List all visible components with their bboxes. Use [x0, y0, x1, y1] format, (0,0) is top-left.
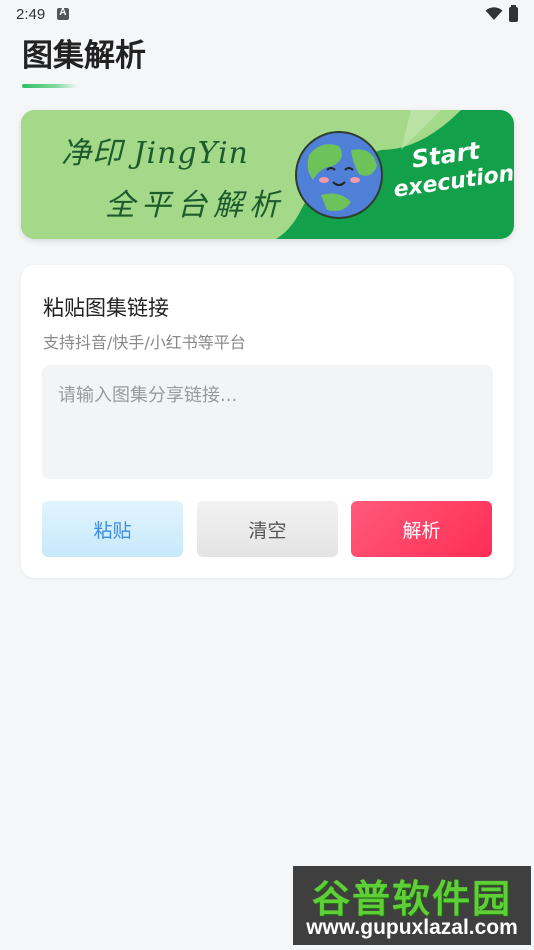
banner-line1: 净印 JingYin [61, 136, 249, 171]
watermark-logo: 谷普软件园 www.gupuxlazal.com [293, 866, 531, 945]
card-title: 粘贴图集链接 [43, 296, 169, 320]
status-right [485, 4, 518, 22]
battery-icon [509, 4, 518, 22]
earth-icon [295, 131, 383, 219]
parse-card: 粘贴图集链接 支持抖音/快手/小红书等平台 粘贴 清空 解析 [21, 265, 514, 578]
link-input[interactable] [42, 365, 493, 479]
clear-button[interactable]: 清空 [197, 501, 338, 557]
paste-button[interactable]: 粘贴 [42, 501, 183, 557]
banner-line2: 全平台解析 [105, 188, 285, 223]
watermark-url: www.gupuxlazal.com [306, 916, 518, 939]
status-time: 2:49 [16, 5, 46, 23]
status-bar: 2:49 [0, 0, 534, 28]
card-subtitle: 支持抖音/快手/小红书等平台 [43, 333, 246, 352]
watermark-title: 谷普软件园 [311, 877, 512, 921]
parse-button[interactable]: 解析 [351, 501, 492, 557]
wifi-icon [485, 7, 503, 20]
notification-a-icon [57, 7, 70, 20]
page-title: 图集解析 [22, 38, 146, 74]
title-underline [22, 84, 78, 88]
